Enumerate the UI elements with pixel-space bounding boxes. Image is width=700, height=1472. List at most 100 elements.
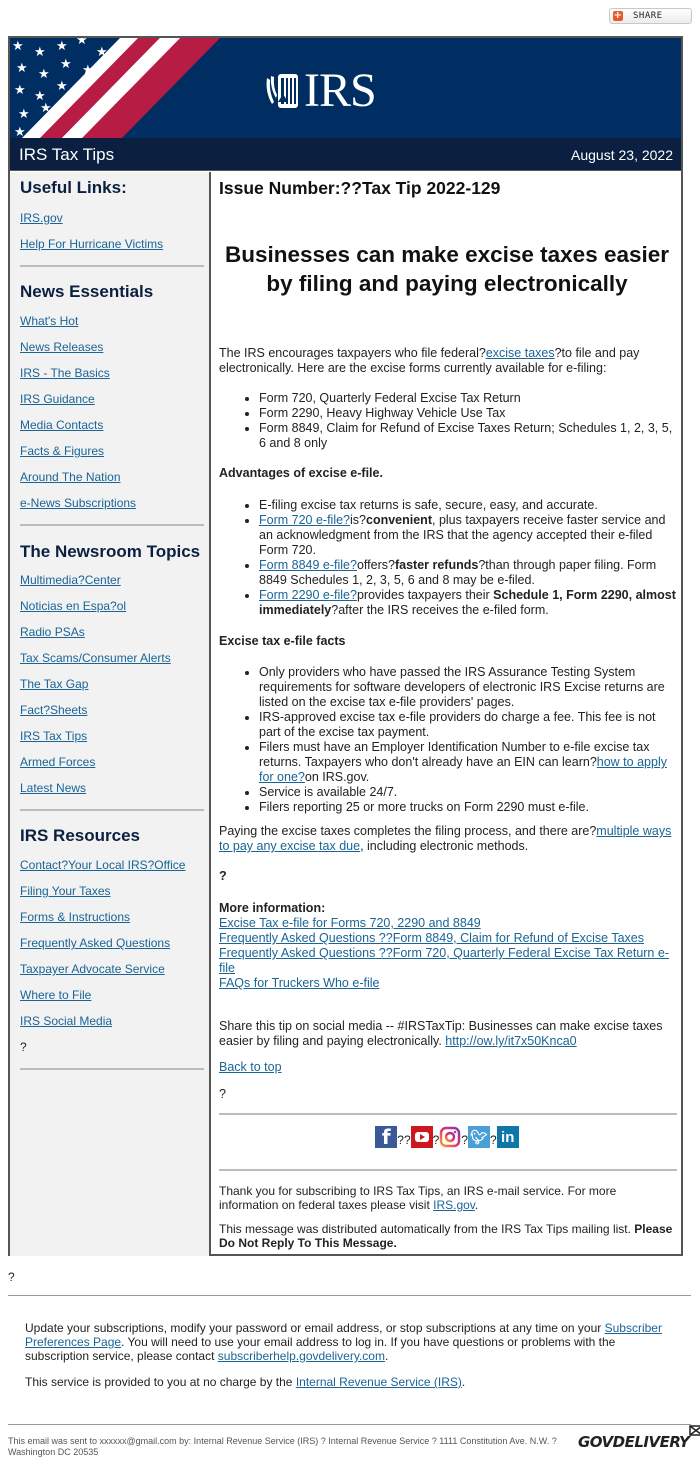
title-bar: IRS Tax Tips August 23, 2022 <box>10 138 681 171</box>
text: provides taxpayers their <box>356 588 494 602</box>
sidebar-link-news-releases[interactable]: News Releases <box>20 340 103 354</box>
sidebar-link-whats-hot[interactable]: What's Hot <box>20 314 78 328</box>
linkedin-icon[interactable]: in <box>496 1126 519 1148</box>
list-item: Form 720, Quarterly Federal Excise Tax R… <box>259 391 677 406</box>
plus-icon: + <box>613 10 623 21</box>
content-divider <box>219 1169 677 1171</box>
sidebar-link-forms-instructions[interactable]: Forms & Instructions <box>20 910 130 924</box>
issue-number: Issue Number:??Tax Tip 2022-129 <box>219 178 501 198</box>
more-info-heading: More information: <box>219 901 326 915</box>
text: offers? <box>356 558 395 572</box>
svg-text:★: ★ <box>16 60 28 75</box>
sidebar-link-irs-tax-tips[interactable]: IRS Tax Tips <box>20 729 87 743</box>
instagram-icon[interactable] <box>439 1126 462 1148</box>
sidebar-link-latest-news[interactable]: Latest News <box>20 781 86 795</box>
form-2290-efile-link[interactable]: Form 2290 e-file? <box>259 588 357 602</box>
sidebar-link-armed-forces[interactable]: Armed Forces <box>20 755 95 769</box>
irs-gov-link[interactable]: IRS.gov <box>433 1198 475 1212</box>
sidebar-link-media-contacts[interactable]: Media Contacts <box>20 418 103 432</box>
sidebar-link-multimedia-center[interactable]: Multimedia?Center <box>20 573 121 587</box>
text: Paying the excise taxes completes the fi… <box>219 824 597 838</box>
svg-text:★: ★ <box>82 62 94 77</box>
more-info-link[interactable]: Frequently Asked Questions ??Form 720, Q… <box>219 946 669 975</box>
svg-text:★: ★ <box>34 44 46 59</box>
sidebar-link-radio-psas[interactable]: Radio PSAs <box>20 625 85 639</box>
share-tip-link[interactable]: http://ow.ly/it7x50Knca0 <box>445 1034 576 1048</box>
sidebar-heading-news-essentials: News Essentials <box>20 282 154 301</box>
sidebar-link-facts-figures[interactable]: Facts & Figures <box>20 444 104 458</box>
svg-text:★: ★ <box>12 38 24 53</box>
list-item: Only providers who have passed the IRS A… <box>259 665 677 710</box>
bold-text: convenient <box>366 513 432 527</box>
irs-wordmark: IRS <box>304 64 377 117</box>
sent-to-notice: This email was sent to xxxxxx@gmail.com … <box>8 1436 557 1457</box>
text: Update your subscriptions, modify your p… <box>25 1321 605 1335</box>
share-button[interactable]: + SHARE <box>609 8 692 24</box>
sidebar-link-irs-social-media[interactable]: IRS Social Media <box>20 1014 112 1028</box>
list-item: IRS-approved excise tax e-file providers… <box>259 710 677 740</box>
form-8849-efile-link[interactable]: Form 8849 e-file? <box>259 558 357 572</box>
sidebar-link-irs-gov[interactable]: IRS.gov <box>20 211 63 225</box>
sidebar-link-where-to-file[interactable]: Where to File <box>20 988 91 1002</box>
back-to-top-link[interactable]: Back to top <box>219 1060 677 1075</box>
text: . <box>384 1349 389 1363</box>
more-info-link[interactable]: Excise Tax e-file for Forms 720, 2290 an… <box>219 916 481 930</box>
intro-text: The IRS encourages taxpayers who file fe… <box>219 346 486 360</box>
sidebar-link-fact-sheets[interactable]: Fact?Sheets <box>20 703 87 717</box>
text: Share this tip on social media -- #IRSTa… <box>219 1019 663 1048</box>
email-frame: ★ ★ ★ ★ ★ ★ ★ ★ ★ ★ ★ ★ ★ ★ ★ IRS IRS Ta… <box>8 36 683 1256</box>
list-item: E-filing excise tax returns is safe, sec… <box>259 498 677 513</box>
sidebar-link-tax-scams[interactable]: Tax Scams/Consumer Alerts <box>20 651 171 665</box>
main-content: Issue Number:??Tax Tip 2022-129 Business… <box>213 172 681 1256</box>
twitter-icon[interactable]: 🐦︎ <box>468 1126 491 1148</box>
sidebar-link-irs-basics[interactable]: IRS - The Basics <box>20 366 110 380</box>
more-info-link[interactable]: FAQs for Truckers Who e-file <box>219 976 379 990</box>
separator: ? <box>432 1133 440 1147</box>
sidebar-link-tax-gap[interactable]: The Tax Gap <box>20 677 88 691</box>
facts-list: Only providers who have passed the IRS A… <box>219 665 677 815</box>
subscription-preferences-text: Update your subscriptions, modify your p… <box>25 1321 680 1363</box>
youtube-icon[interactable] <box>410 1126 433 1148</box>
svg-text:★: ★ <box>76 38 88 47</box>
form-720-efile-link[interactable]: Form 720 e-file? <box>259 513 350 527</box>
excise-taxes-link[interactable]: excise taxes <box>486 346 555 360</box>
intro-paragraph: The IRS encourages taxpayers who file fe… <box>219 346 677 376</box>
sidebar-link-irs-guidance[interactable]: IRS Guidance <box>20 392 95 406</box>
list-item: Filers reporting 25 or more trucks on Fo… <box>259 800 677 815</box>
subscriber-help-link[interactable]: subscriberhelp.govdelivery.com <box>218 1349 385 1363</box>
sidebar-link-contact-local-office[interactable]: Contact?Your Local IRS?Office <box>20 858 185 872</box>
text: ?after the IRS receives the e-filed form… <box>331 603 549 617</box>
sidebar-link-faq[interactable]: Frequently Asked Questions <box>20 936 170 950</box>
irs-link[interactable]: Internal Revenue Service (IRS) <box>296 1375 462 1389</box>
svg-text:★: ★ <box>60 56 72 71</box>
sidebar-link-filing-your-taxes[interactable]: Filing Your Taxes <box>20 884 111 898</box>
sidebar-heading-useful-links: Useful Links: <box>20 178 127 197</box>
text: Filers must have an Employer Identificat… <box>259 740 650 769</box>
us-flag-graphic: ★ ★ ★ ★ ★ ★ ★ ★ ★ ★ ★ ★ ★ ★ ★ <box>12 38 220 138</box>
sidebar-link-around-nation[interactable]: Around The Nation <box>20 470 121 484</box>
text: This service is provided to you at no ch… <box>25 1375 296 1389</box>
text: on IRS.gov. <box>304 770 370 784</box>
text: . <box>474 1198 479 1212</box>
text: . <box>461 1375 466 1389</box>
advantages-list: E-filing excise tax returns is safe, sec… <box>219 498 677 618</box>
sidebar-placeholder-char: ? <box>20 1040 27 1054</box>
content-divider <box>219 1113 677 1115</box>
irs-eagle-icon <box>266 74 298 108</box>
more-info-link[interactable]: Frequently Asked Questions ??Form 8849, … <box>219 931 644 945</box>
sidebar-link-hurricane-victims[interactable]: Help For Hurricane Victims <box>20 237 163 251</box>
text: Thank you for subscribing to IRS Tax Tip… <box>219 1184 617 1212</box>
text: is? <box>350 513 366 527</box>
govdelivery-logo[interactable]: GOVDELIVERY <box>578 1425 700 1451</box>
sidebar: Useful Links: IRS.gov Help For Hurricane… <box>10 172 211 1256</box>
headline: Businesses can make excise taxes easier … <box>224 242 670 296</box>
sidebar-link-enews-subscriptions[interactable]: e-News Subscriptions <box>20 496 136 510</box>
sidebar-link-noticias[interactable]: Noticias en Espa?ol <box>20 599 126 613</box>
svg-text:★: ★ <box>38 66 50 81</box>
facebook-icon[interactable]: f <box>375 1126 398 1148</box>
svg-text:★: ★ <box>56 78 68 93</box>
sidebar-divider <box>20 265 204 267</box>
sidebar-link-taxpayer-advocate[interactable]: Taxpayer Advocate Service <box>20 962 165 976</box>
footer-divider <box>8 1424 691 1425</box>
separator: ?? <box>397 1133 411 1147</box>
